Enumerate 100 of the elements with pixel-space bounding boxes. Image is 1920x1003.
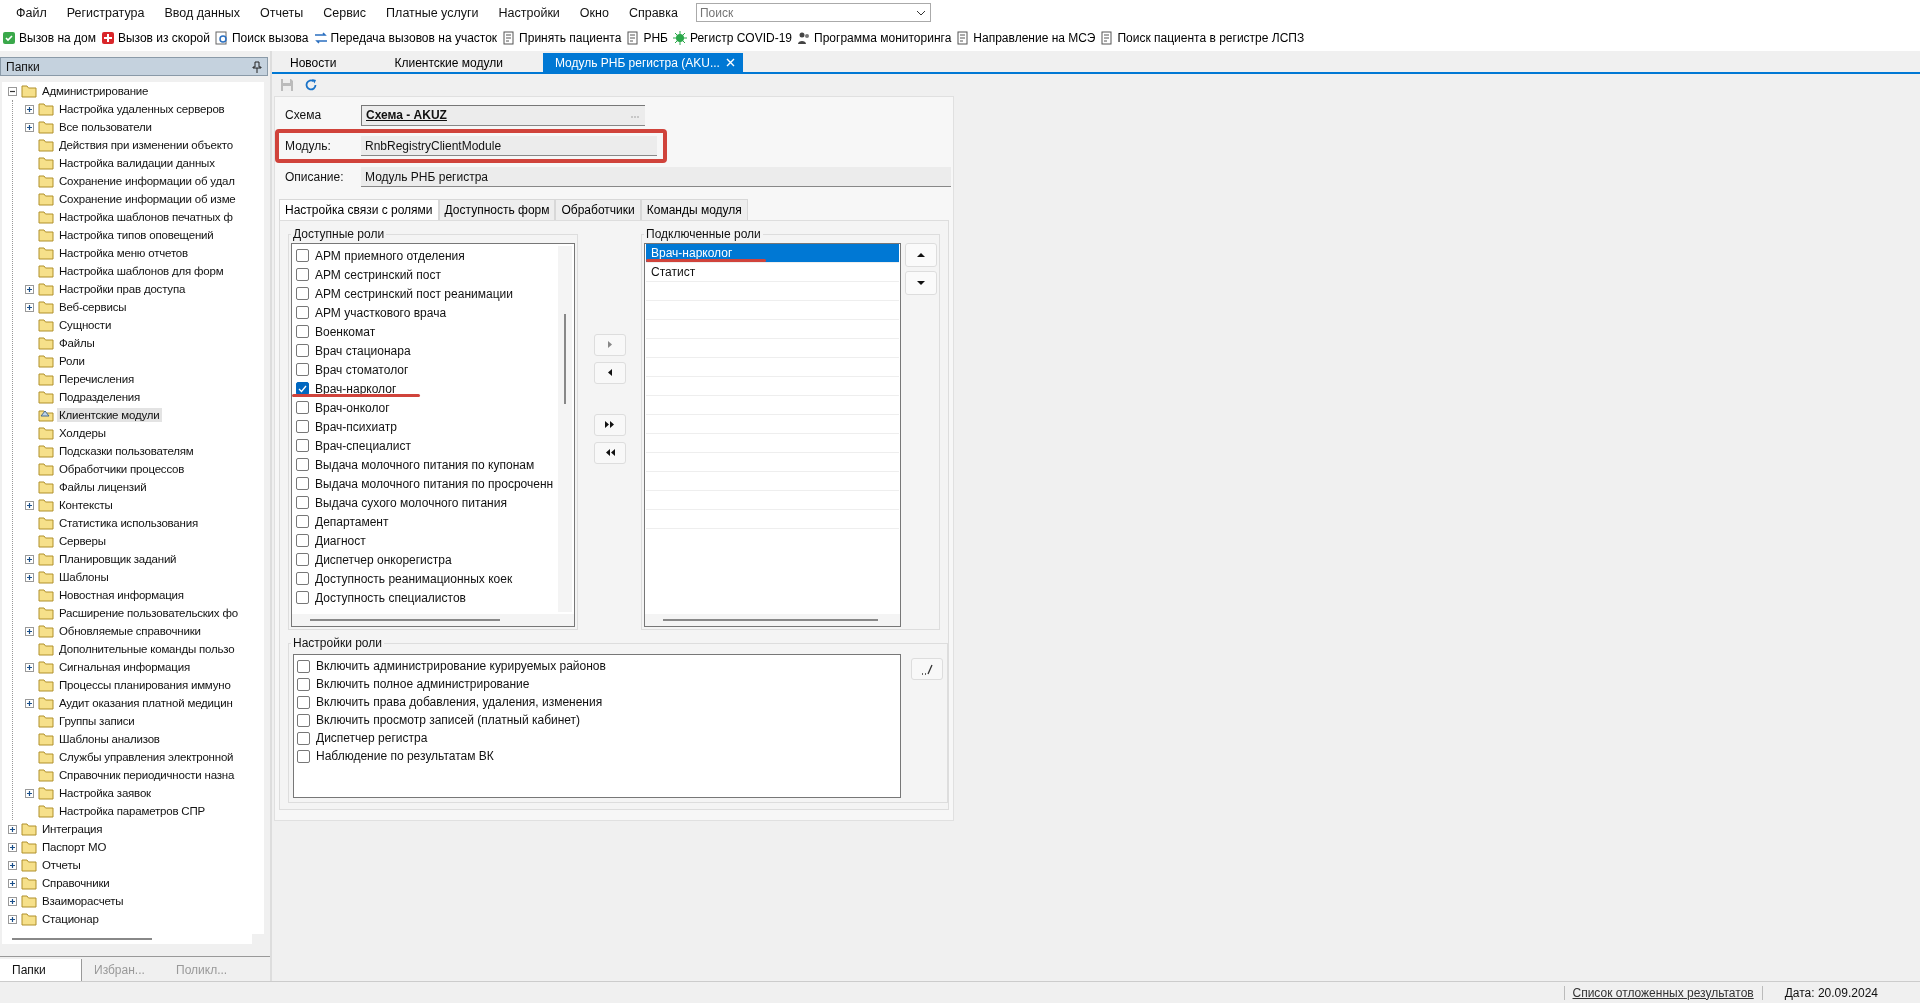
collapse-icon[interactable] xyxy=(7,86,17,96)
tree-item[interactable]: Шаблоны xyxy=(57,570,111,584)
tree-item[interactable]: Аудит оказания платной медицин xyxy=(57,696,235,710)
expand-icon[interactable] xyxy=(24,302,34,312)
list-item[interactable]: Статист xyxy=(646,263,899,282)
tree-item[interactable]: Веб-сервисы xyxy=(57,300,129,314)
tree-item[interactable]: Отчеты xyxy=(40,858,83,872)
input-field[interactable]: Модуль РНБ регистра xyxy=(361,167,951,187)
tree-item[interactable]: Файлы xyxy=(57,336,97,350)
menu-item[interactable]: Сервис xyxy=(313,5,377,20)
toolbar-button[interactable]: Программа мониторинга xyxy=(797,31,957,45)
tree-item[interactable]: Файлы лицензий xyxy=(57,480,149,494)
edit-button[interactable] xyxy=(911,658,943,680)
checkbox[interactable] xyxy=(296,249,309,262)
checkbox[interactable] xyxy=(296,344,309,357)
tree-item[interactable]: Группы записи xyxy=(57,714,137,728)
checkbox[interactable] xyxy=(297,677,310,691)
menu-item[interactable]: Окно xyxy=(569,5,619,20)
tree-item[interactable]: Администрирование xyxy=(40,84,151,98)
checkbox[interactable] xyxy=(296,496,309,509)
checkbox[interactable] xyxy=(296,325,309,338)
tree-item[interactable]: Интеграция xyxy=(40,822,105,836)
tab[interactable]: Доступность форм xyxy=(438,199,556,220)
tree-item[interactable]: Сохранение информации об удал xyxy=(57,174,237,188)
tab[interactable]: Обработчики xyxy=(555,199,641,220)
toolbar-button[interactable]: Регистр COVID-19 xyxy=(672,31,798,45)
checkbox[interactable] xyxy=(296,458,309,471)
tab[interactable]: Настройка связи с ролями xyxy=(279,199,439,220)
menu-item[interactable]: Справка xyxy=(618,5,688,20)
tree-item[interactable]: Сохранение информации об изме xyxy=(57,192,238,206)
tree-item[interactable]: Роли xyxy=(57,354,87,368)
tree-item[interactable]: Справочник периодичности назна xyxy=(57,768,237,782)
menu-item[interactable]: Регистратура xyxy=(56,5,155,20)
expand-icon[interactable] xyxy=(7,842,17,852)
tree-item[interactable]: Настройка шаблонов печатных ф xyxy=(57,210,235,224)
tree-item[interactable]: Справочники xyxy=(40,876,112,890)
tree-item[interactable]: Обновляемые справочники xyxy=(57,624,203,638)
toolbar-button[interactable]: Направление на МСЭ xyxy=(956,31,1101,45)
expand-icon[interactable] xyxy=(7,878,17,888)
toolbar-button[interactable]: Принять пациента xyxy=(502,31,627,45)
tree-item[interactable]: Расширение пользовательских фо xyxy=(57,606,240,620)
menu-item[interactable]: Ввод данных xyxy=(154,5,251,20)
tree-item[interactable]: Взаиморасчеты xyxy=(40,894,126,908)
checkbox[interactable] xyxy=(296,306,309,319)
scrollbar-thumb[interactable] xyxy=(310,619,500,621)
menu-item[interactable]: Отчеты xyxy=(250,5,314,20)
expand-icon[interactable] xyxy=(24,698,34,708)
checkbox[interactable] xyxy=(296,591,309,604)
tree-item[interactable]: Паспорт МО xyxy=(40,840,109,854)
tree-item[interactable]: Настройка валидации данных xyxy=(57,156,217,170)
checkbox[interactable] xyxy=(297,659,310,673)
add-all-button[interactable] xyxy=(593,413,626,436)
checkbox[interactable] xyxy=(297,695,310,709)
expand-icon[interactable] xyxy=(24,500,34,510)
document-tab[interactable]: Клиентские модули xyxy=(376,53,543,72)
expand-icon[interactable] xyxy=(7,896,17,906)
tab[interactable]: Папки xyxy=(0,959,82,981)
scrollbar-thumb[interactable] xyxy=(564,314,567,404)
tree-item[interactable]: Стационар xyxy=(40,912,101,926)
expand-icon[interactable] xyxy=(7,824,17,834)
checkbox[interactable] xyxy=(297,713,310,727)
move-up-button[interactable] xyxy=(905,243,937,267)
tree-item[interactable]: Холдеры xyxy=(57,426,108,440)
tree-item[interactable]: Настройка типов оповещений xyxy=(57,228,216,242)
tree-item[interactable]: Контексты xyxy=(57,498,115,512)
checkbox[interactable] xyxy=(296,553,309,566)
checkbox[interactable] xyxy=(296,420,309,433)
tree-item[interactable]: Настройка параметров СПР xyxy=(57,804,207,818)
chevron-down-icon[interactable] xyxy=(915,10,926,16)
tree-item[interactable]: Клиентские модули xyxy=(57,408,162,422)
toolbar-button[interactable]: РНБ xyxy=(626,31,673,45)
tree-item[interactable]: Действия при изменении объекто xyxy=(57,138,235,152)
checkbox[interactable] xyxy=(296,477,309,490)
tree-item[interactable]: Подсказки пользователям xyxy=(57,444,196,458)
expand-icon[interactable] xyxy=(24,122,34,132)
expand-icon[interactable] xyxy=(24,572,34,582)
tree-item[interactable]: Настройка меню отчетов xyxy=(57,246,190,260)
tree-item[interactable]: Все пользователи xyxy=(57,120,154,134)
move-down-button[interactable] xyxy=(905,271,937,295)
tree-item[interactable]: Шаблоны анализов xyxy=(57,732,162,746)
checkbox[interactable] xyxy=(296,268,309,281)
checkbox[interactable] xyxy=(296,287,309,300)
tree-item[interactable]: Новостная информация xyxy=(57,588,186,602)
tree-item[interactable]: Настройки прав доступа xyxy=(57,282,188,296)
status-link[interactable]: Список отложенных результатов xyxy=(1563,985,1763,1000)
tree-item[interactable]: Службы управления электронной xyxy=(57,750,236,764)
checkbox[interactable] xyxy=(296,401,309,414)
tree-item[interactable]: Настройка удаленных серверов xyxy=(57,102,227,116)
scrollbar-thumb[interactable] xyxy=(12,938,152,940)
toolbar-button[interactable]: Поиск пациента в регистре ЛСПЗ xyxy=(1100,31,1310,45)
expand-icon[interactable] xyxy=(24,788,34,798)
toolbar-button[interactable]: Передача вызовов на участок xyxy=(313,31,503,45)
tree-item[interactable]: Процессы планирования иммуно xyxy=(57,678,233,692)
list-item[interactable]: Врач-нарколог xyxy=(646,244,899,263)
checkbox[interactable] xyxy=(297,731,310,745)
tree-item[interactable]: Планировщик заданий xyxy=(57,552,179,566)
checkbox[interactable] xyxy=(297,749,310,763)
toolbar-button[interactable]: Вызов из скорой xyxy=(100,31,215,45)
tree-item[interactable]: Статистика использования xyxy=(57,516,200,530)
checkbox[interactable] xyxy=(296,363,309,376)
